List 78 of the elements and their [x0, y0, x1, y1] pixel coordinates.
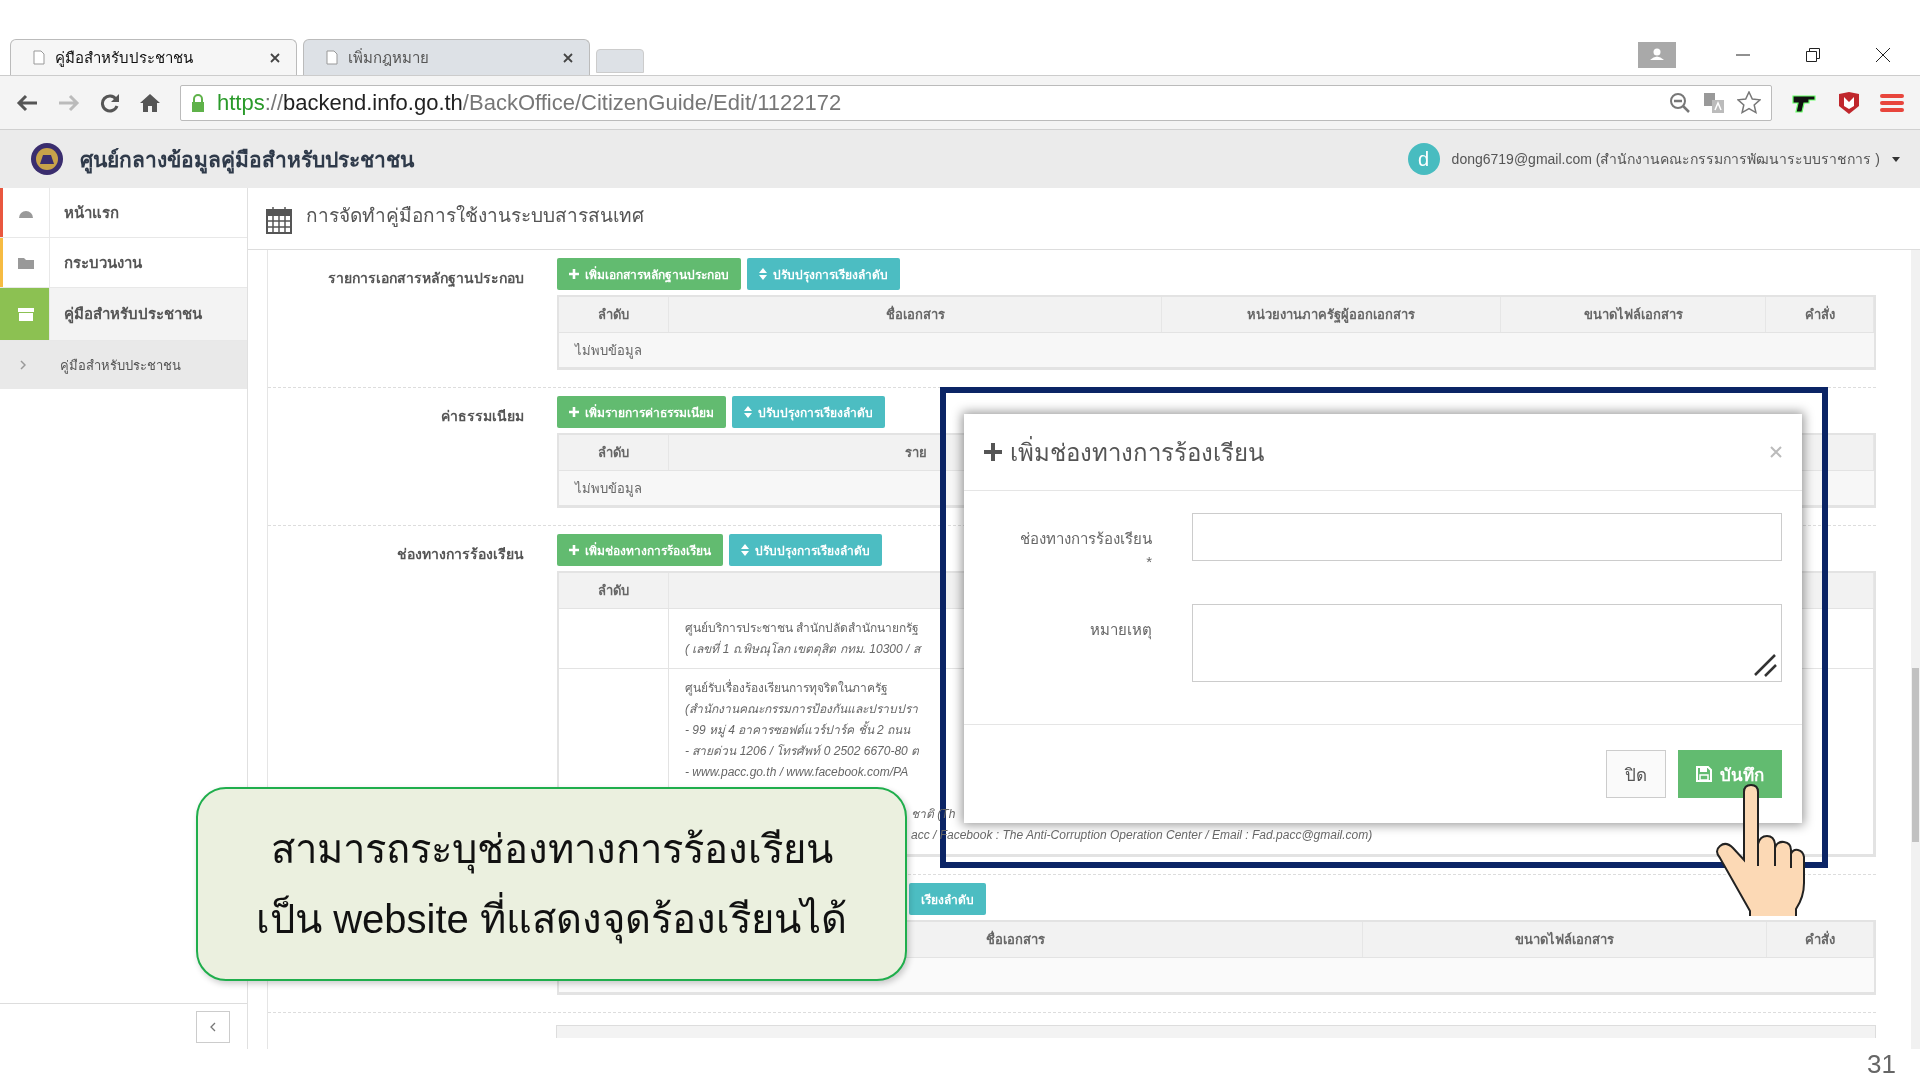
- column-header: ราย: [905, 444, 927, 462]
- required-mark: *: [1146, 553, 1152, 570]
- restore-icon[interactable]: [1806, 48, 1820, 62]
- browser-tab[interactable]: คู่มือสำหรับประชาชน: [10, 39, 297, 75]
- close-icon[interactable]: [563, 52, 573, 63]
- plus-icon: [569, 407, 579, 417]
- zoom-out-icon[interactable]: [1669, 91, 1691, 114]
- translate-icon[interactable]: [1703, 91, 1725, 114]
- lock-icon: [191, 93, 205, 112]
- page-icon: [326, 50, 338, 65]
- extension-icon[interactable]: [1792, 92, 1818, 113]
- calendar-icon: [266, 206, 292, 234]
- plus-icon: [569, 545, 579, 555]
- empty-table-message: ไม่พบข้อมูล: [575, 479, 642, 499]
- column-header: คำสั่ง: [1805, 929, 1835, 949]
- resize-grip-icon[interactable]: [1753, 653, 1777, 677]
- field-label: หมายเหตุ: [1090, 620, 1152, 642]
- column-header: ลำดับ: [598, 444, 629, 462]
- column-header: ขนาดไฟล์เอกสาร: [1515, 931, 1614, 949]
- save-icon: [1696, 766, 1712, 782]
- table-cell-text: (สำนักงานคณะกรรมการป้องกันและปราบปรา: [685, 701, 918, 718]
- user-menu[interactable]: dong6719@gmail.com (สำนักงานคณะกรรมการพัฒนาระบบราชการ ): [1451, 148, 1880, 170]
- user-avatar: d: [1407, 143, 1440, 175]
- section-label: ช่องทางการร้องเรียน: [397, 546, 524, 562]
- field-label: ช่องทางการร้องเรียน: [1020, 529, 1152, 549]
- address-bar[interactable]: https://backend.info.go.th/BackOffice/CitizenGuide/Edit/1122172: [180, 84, 1772, 121]
- sort-icon: [744, 406, 752, 418]
- folder-icon: [18, 256, 34, 269]
- table-cell-text: ศูนย์รับเรื่องร้องเรียนการทุจริตในภาครัฐ: [685, 679, 888, 697]
- menu-icon[interactable]: [1880, 92, 1904, 113]
- scrollbar[interactable]: [1911, 250, 1920, 1049]
- page-number: 31: [1867, 1049, 1896, 1080]
- reload-icon[interactable]: [100, 92, 120, 113]
- table-cell-text: - 99 หมู่ 4 อาคารซอฟต์แวร์ปาร์ค ชั้น 2 ถนน: [685, 721, 911, 739]
- home-icon[interactable]: [140, 92, 160, 113]
- emblem-logo: [30, 142, 64, 176]
- archive-icon: [18, 307, 34, 321]
- close-icon[interactable]: [270, 52, 280, 63]
- page-icon: [33, 50, 45, 65]
- sort-icon: [741, 544, 749, 556]
- sort-icon: [759, 268, 767, 280]
- back-arrow-icon[interactable]: [16, 93, 38, 112]
- column-header: หน่วยงานภาครัฐผู้ออกเอกสาร: [1247, 306, 1415, 325]
- column-header: ลำดับ: [598, 582, 629, 600]
- browser-tab[interactable]: เพิ่มกฎหมาย: [303, 39, 590, 75]
- hand-pointer-icon: [1714, 784, 1806, 916]
- input-field[interactable]: [1192, 513, 1782, 561]
- chevron-icon: [20, 360, 26, 370]
- star-icon[interactable]: [1737, 90, 1761, 115]
- close-button[interactable]: ปิด: [1606, 750, 1666, 798]
- section-label: รายการเอกสารหลักฐานประกอบ: [328, 270, 524, 286]
- callout-text: เป็น website ที่แสดงจุดร้องเรียนได้: [256, 891, 847, 947]
- table-cell-text: - www.pacc.go.th / www.facebook.com/PA: [685, 764, 909, 781]
- sidebar-item[interactable]: หน้าแรก: [0, 188, 247, 238]
- column-header: ขนาดไฟล์เอกสาร: [1583, 306, 1683, 324]
- shield-icon[interactable]: [1838, 90, 1860, 115]
- profile-icon[interactable]: [1638, 42, 1676, 68]
- column-header: คำสั่ง: [1804, 304, 1835, 324]
- column-header: ชื่อเอกสาร: [885, 304, 945, 324]
- textarea-field[interactable]: [1192, 604, 1782, 682]
- app-title: ศูนย์กลางข้อมูลคู่มือสำหรับประชาชน: [80, 142, 414, 176]
- sidebar-item[interactable]: คู่มือสำหรับประชาชน: [0, 288, 247, 341]
- table-cell-text: ( เลขที่ 1 ถ.พิษณุโลก เขตดุสิต กทม. 10300 / ส: [685, 640, 920, 658]
- empty-table-message: ไม่พบข้อมูล: [575, 341, 642, 361]
- table-cell-text: ศูนย์บริการประชาชน สำนักปลัดสำนักนายกรัฐ: [685, 620, 920, 637]
- modal-title: เพิ่มช่องทางการร้องเรียน: [1010, 435, 1264, 468]
- plus-icon: [984, 443, 1002, 461]
- callout-text: สามารถระบุช่องทางการร้องเรียน: [270, 821, 833, 877]
- column-header: ชื่อเอกสาร: [986, 929, 1045, 949]
- page-title: การจัดทำคู่มือการใช้งานระบบสารสนเทศ: [306, 204, 644, 229]
- plus-icon: [569, 269, 579, 279]
- column-header: ลำดับ: [598, 306, 629, 324]
- close-icon[interactable]: [1876, 48, 1890, 62]
- section-label: ค่าธรรมเนียม: [441, 408, 524, 424]
- table-cell-text: - สายด่วน 1206 / โทรศัพท์ 0 2502 6670-80 ต: [685, 743, 920, 760]
- chevron-icon: [210, 1021, 216, 1032]
- caret-icon[interactable]: [1892, 156, 1900, 162]
- sidebar-subitem[interactable]: คู่มือสำหรับประชาชน: [0, 341, 247, 389]
